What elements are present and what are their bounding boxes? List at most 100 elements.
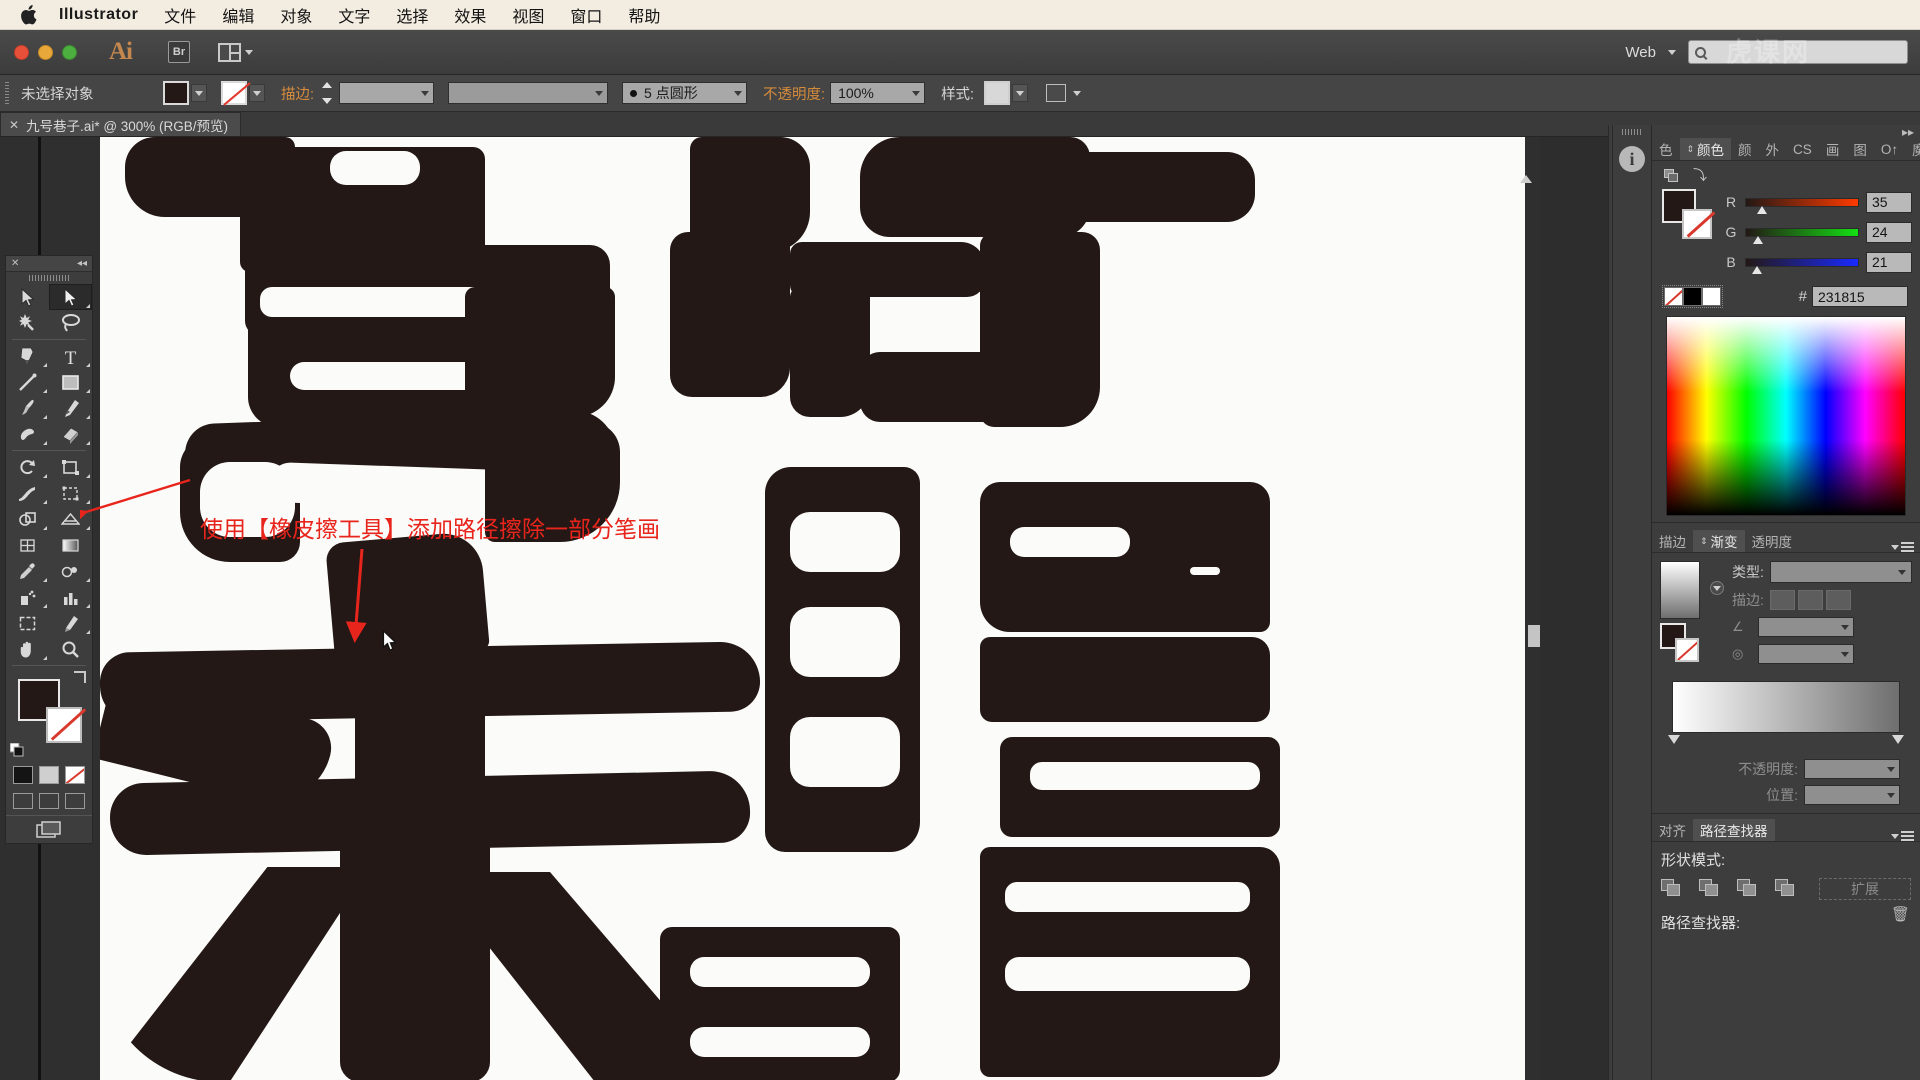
info-panel-button[interactable]: i (1618, 145, 1646, 173)
brush-definition-field[interactable]: 5 点圆形 (622, 82, 748, 104)
pathfinder-panel-menu-button[interactable] (1891, 831, 1914, 841)
tool-palette-header[interactable]: ✕ ◂◂ (6, 256, 92, 272)
fill-swatch[interactable] (163, 81, 189, 105)
gradient-angle-field[interactable] (1758, 617, 1854, 637)
minimize-window-button[interactable] (38, 44, 53, 60)
color-spectrum-ramp[interactable] (1666, 316, 1906, 516)
slider-track-b[interactable] (1745, 257, 1859, 274)
scroll-up-arrow[interactable] (1520, 175, 1532, 183)
width-tool[interactable] (6, 480, 49, 506)
minus-front-button[interactable] (1699, 879, 1721, 899)
direct-selection-tool[interactable] (49, 284, 92, 310)
tab-pathfinder[interactable]: 路径查找器 (1693, 819, 1775, 841)
channel-value-g[interactable]: 24 (1866, 221, 1912, 243)
lasso-tool[interactable] (49, 310, 92, 336)
stroke-color-control[interactable] (221, 81, 265, 105)
paintbrush-tool[interactable] (6, 395, 49, 421)
menu-window[interactable]: 窗口 (570, 3, 602, 27)
fill-stroke-stack-icon[interactable] (1664, 169, 1679, 183)
tab-color[interactable]: ⇕ 颜色 (1679, 138, 1732, 160)
close-window-button[interactable] (14, 44, 29, 60)
tab-gradient[interactable]: ⇕ 渐变 (1693, 530, 1745, 552)
gradient-type-select[interactable] (1769, 561, 1912, 583)
eyedropper-tool[interactable] (6, 558, 49, 584)
menu-object[interactable]: 对象 (280, 3, 312, 27)
tab-color-guide[interactable]: 颜 (1731, 138, 1759, 160)
fill-dropdown-button[interactable] (191, 84, 207, 102)
menu-help[interactable]: 帮助 (628, 3, 660, 27)
workspace-switcher[interactable]: Web (1625, 44, 1656, 61)
panel-stroke-swatch-none[interactable] (1682, 209, 1712, 239)
slider-thumb-g[interactable] (1752, 235, 1764, 245)
slider-track-g[interactable] (1745, 227, 1859, 244)
tab-cs[interactable]: CS (1786, 138, 1819, 160)
tab-symbols[interactable]: 图 (1846, 138, 1874, 160)
gradient-stop-start[interactable] (1668, 735, 1680, 744)
default-fill-stroke-icon[interactable] (9, 742, 24, 757)
menu-select[interactable]: 选择 (396, 3, 428, 27)
hand-tool[interactable] (6, 636, 49, 662)
intersect-button[interactable] (1737, 879, 1759, 899)
rectangle-tool[interactable] (49, 369, 92, 395)
blob-brush-tool[interactable] (6, 421, 49, 447)
menu-type[interactable]: 文字 (338, 3, 370, 27)
collapse-icon[interactable]: ◂◂ (77, 258, 87, 269)
eraser-tool[interactable] (49, 421, 92, 447)
menu-edit[interactable]: 编辑 (222, 3, 254, 27)
tab-appearance[interactable]: 外 (1759, 138, 1787, 160)
gradient-opacity-field[interactable] (1804, 759, 1900, 779)
graphic-style-control[interactable] (984, 81, 1029, 105)
stroke-color-swatch-none[interactable] (46, 707, 82, 743)
maximize-window-button[interactable] (62, 44, 77, 60)
type-tool[interactable]: T (49, 343, 92, 369)
blend-tool[interactable] (49, 558, 92, 584)
close-icon[interactable]: ✕ (9, 118, 19, 132)
stroke-profile-field[interactable] (448, 82, 609, 104)
chevron-down-icon[interactable] (1668, 49, 1676, 55)
gradient-panel-menu-button[interactable] (1891, 542, 1914, 552)
shape-builder-tool[interactable] (6, 506, 49, 532)
swatch-black[interactable] (1683, 287, 1702, 306)
gradient-aspect-field[interactable] (1758, 644, 1854, 664)
hex-value-field[interactable]: 231815 (1812, 286, 1908, 307)
expand-button[interactable]: 扩展 (1819, 878, 1911, 900)
tab-swatches[interactable]: 色 (1652, 138, 1680, 160)
close-icon[interactable]: ✕ (11, 258, 19, 269)
exclude-button[interactable] (1775, 879, 1797, 899)
gradient-stroke-swatch-none[interactable] (1675, 638, 1699, 662)
tab-brushes[interactable]: 画 (1819, 138, 1847, 160)
panel-resize-grip[interactable] (1528, 625, 1540, 647)
stroke-within-icon[interactable] (1769, 590, 1795, 610)
draw-behind-icon[interactable] (39, 766, 59, 784)
document-setup-control[interactable] (1046, 84, 1082, 102)
stroke-weight-field[interactable] (339, 82, 435, 104)
screen-mode-normal-icon[interactable] (13, 793, 33, 809)
control-bar-grip[interactable] (3, 80, 11, 106)
apple-logo-icon[interactable] (20, 4, 37, 25)
tab-magic-wand[interactable]: 魔棒 (1905, 138, 1920, 160)
line-segment-tool[interactable] (6, 369, 49, 395)
menu-file[interactable]: 文件 (164, 3, 196, 27)
mesh-tool[interactable] (6, 532, 49, 558)
gradient-position-field[interactable] (1804, 785, 1900, 805)
delete-stop-icon[interactable]: 🗑 (1891, 905, 1910, 923)
menu-view[interactable]: 视图 (512, 3, 544, 27)
bridge-button[interactable]: Br (168, 41, 190, 63)
unite-button[interactable] (1661, 879, 1683, 899)
magic-wand-tool[interactable] (6, 310, 49, 336)
symbol-sprayer-tool[interactable] (6, 584, 49, 610)
menu-effect[interactable]: 效果 (454, 3, 486, 27)
swatch-none[interactable] (1664, 287, 1683, 306)
document-tab[interactable]: ✕ 九号巷子.ai* @ 300% (RGB/预览) (0, 112, 242, 136)
tab-transparency[interactable]: 透明度 (1745, 530, 1800, 552)
slider-track-r[interactable] (1745, 197, 1859, 214)
slider-thumb-r[interactable] (1757, 205, 1768, 215)
tool-palette-grip[interactable] (6, 272, 92, 284)
stroke-weight-stepper[interactable] (322, 82, 337, 104)
artboard[interactable] (100, 137, 1525, 1080)
selection-tool[interactable] (6, 284, 49, 310)
draw-inside-icon[interactable] (65, 766, 85, 784)
stroke-swatch-none[interactable] (221, 81, 247, 105)
artboard-tool[interactable] (6, 610, 49, 636)
screen-mode-menubar-icon[interactable] (39, 793, 59, 809)
